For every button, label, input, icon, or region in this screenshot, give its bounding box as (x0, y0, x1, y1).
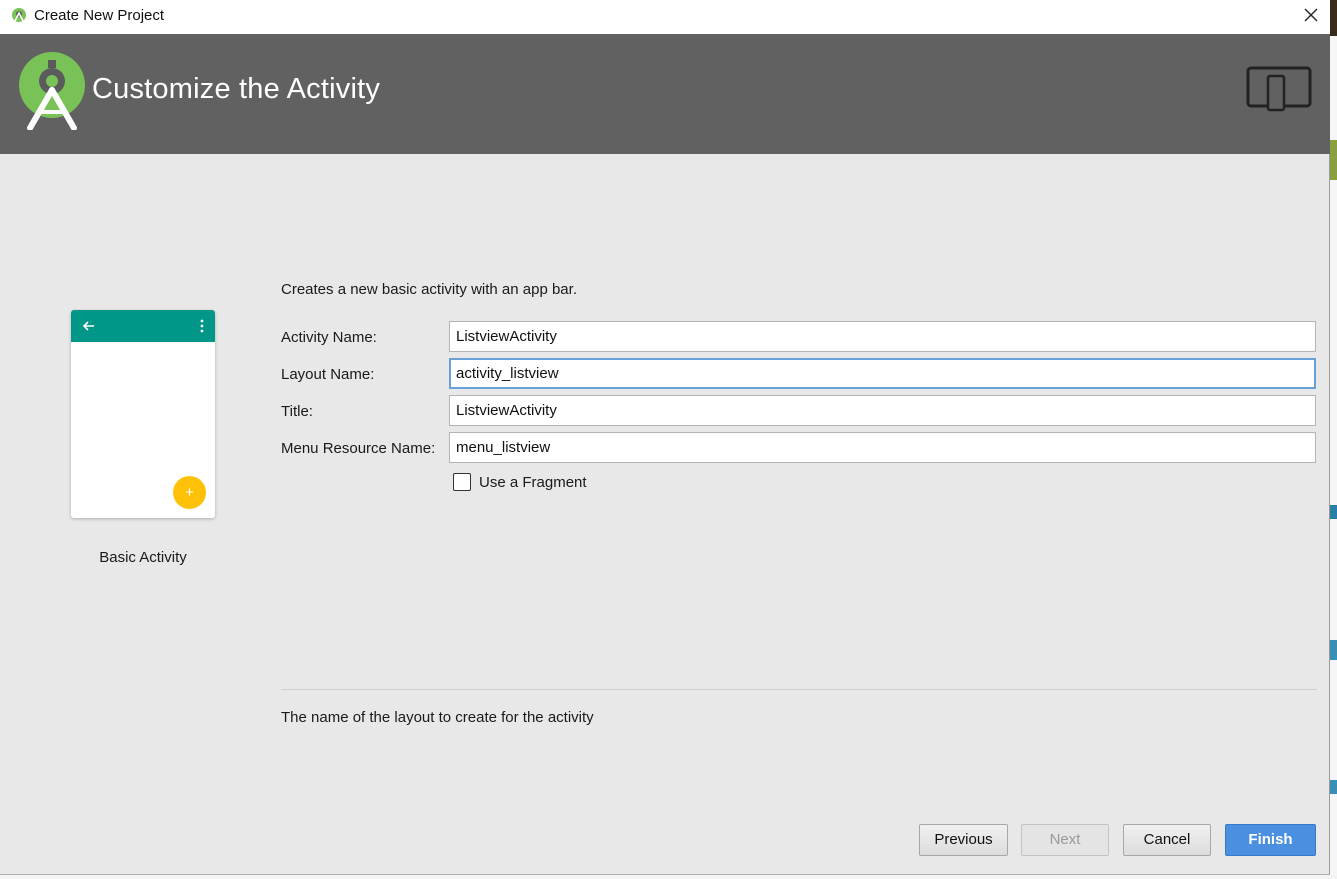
title-label: Title: (281, 403, 313, 420)
android-studio-small-icon (12, 8, 26, 22)
page-heading: Customize the Activity (92, 73, 381, 105)
next-button[interactable]: Next (1021, 824, 1109, 856)
activity-name-field[interactable] (449, 321, 1316, 352)
create-project-dialog: Create New Project Customize the Activit… (0, 0, 1330, 875)
title-bar: Create New Project (0, 0, 1330, 34)
close-icon (1304, 8, 1318, 22)
finish-button[interactable]: Finish (1225, 824, 1316, 856)
fab-plus-icon: + (173, 476, 206, 509)
layout-name-label: Layout Name: (281, 366, 375, 383)
title-field[interactable] (449, 395, 1316, 426)
overflow-menu-icon (200, 319, 204, 333)
help-text: The name of the layout to create for the… (281, 709, 594, 726)
use-fragment-label: Use a Fragment (479, 474, 587, 491)
background-window-bottom (0, 875, 1337, 879)
form-description: Creates a new basic activity with an app… (281, 281, 577, 298)
cancel-button[interactable]: Cancel (1123, 824, 1211, 856)
background-window-edge (1330, 0, 1337, 879)
back-arrow-icon (82, 321, 94, 331)
activity-name-label: Activity Name: (281, 329, 377, 346)
menu-resource-name-field[interactable] (449, 432, 1316, 463)
activity-preview: + (71, 310, 215, 518)
tablet-phone-icon (1246, 66, 1312, 112)
checkbox-box[interactable] (453, 473, 471, 491)
layout-name-field[interactable] (449, 358, 1316, 389)
header-banner: Customize the Activity (0, 34, 1330, 154)
template-name: Basic Activity (99, 549, 187, 566)
close-button[interactable] (1296, 1, 1326, 31)
menu-resource-name-label: Menu Resource Name: (281, 440, 436, 457)
preview-app-bar (71, 310, 215, 342)
android-studio-logo-icon (19, 52, 85, 130)
previous-button[interactable]: Previous (919, 824, 1008, 856)
divider (281, 689, 1317, 690)
window-title: Create New Project (34, 7, 165, 24)
